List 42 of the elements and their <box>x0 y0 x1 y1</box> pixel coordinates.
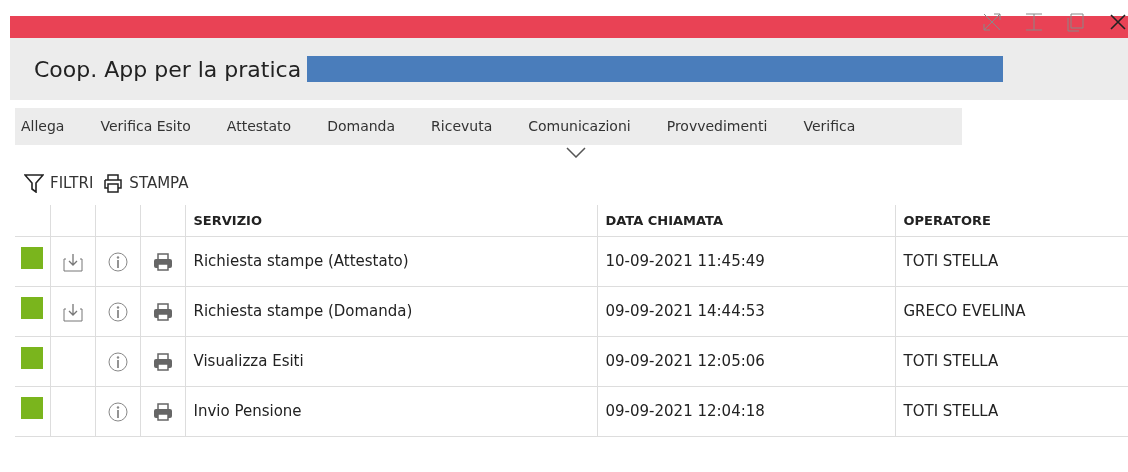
service-name: Richiesta stampe (Domanda) <box>193 302 413 321</box>
download-icon[interactable] <box>62 251 83 272</box>
operator-name: TOTI STELLA <box>903 252 999 271</box>
tab[interactable]: Verifica Esito <box>94 116 197 137</box>
tab[interactable]: Verifica <box>797 116 862 137</box>
call-date: 09-09-2021 12:05:06 <box>605 352 765 371</box>
tab[interactable]: Comunicazioni <box>522 116 637 137</box>
column-header: DATA CHIAMATA <box>605 212 723 228</box>
column-header: OPERATORE <box>903 212 991 228</box>
print-button[interactable]: STAMPA <box>103 172 189 195</box>
printer-icon[interactable] <box>152 351 173 372</box>
service-name: Richiesta stampe (Attestato) <box>193 252 409 271</box>
printer-icon <box>103 173 124 194</box>
close-icon[interactable] <box>1108 12 1128 32</box>
call-date: 09-09-2021 12:04:18 <box>605 402 765 421</box>
tab[interactable]: Attestato <box>220 116 298 137</box>
operator-name: GRECO EVELINA <box>903 302 1026 321</box>
column-header: SERVIZIO <box>193 212 262 228</box>
tab[interactable]: Provvedimenti <box>660 116 774 137</box>
service-name: Visualizza Esiti <box>193 352 304 371</box>
chevron-down-icon[interactable] <box>566 147 586 158</box>
tab[interactable]: Domanda <box>321 116 402 137</box>
restore-icon[interactable] <box>1066 12 1086 32</box>
service-name: Invio Pensione <box>193 402 302 421</box>
info-icon[interactable] <box>107 401 128 422</box>
info-icon[interactable] <box>107 351 128 372</box>
operator-name: TOTI STELLA <box>903 352 999 371</box>
call-date: 10-09-2021 11:45:49 <box>605 252 765 271</box>
filter-icon <box>24 173 44 194</box>
tab[interactable]: Allega <box>15 116 71 137</box>
info-icon[interactable] <box>107 251 128 272</box>
window-title: Coop. App per la pratica <box>34 55 302 84</box>
printer-icon[interactable] <box>152 251 173 272</box>
printer-icon[interactable] <box>152 401 173 422</box>
filter-button[interactable]: FILTRI <box>24 172 94 195</box>
download-icon[interactable] <box>62 301 83 322</box>
operator-name: TOTI STELLA <box>903 402 999 421</box>
info-icon[interactable] <box>107 301 128 322</box>
shrink-icon[interactable] <box>982 12 1002 32</box>
call-date: 09-09-2021 14:44:53 <box>605 302 765 321</box>
printer-icon[interactable] <box>152 301 173 322</box>
tab[interactable]: Ricevuta <box>425 116 499 137</box>
